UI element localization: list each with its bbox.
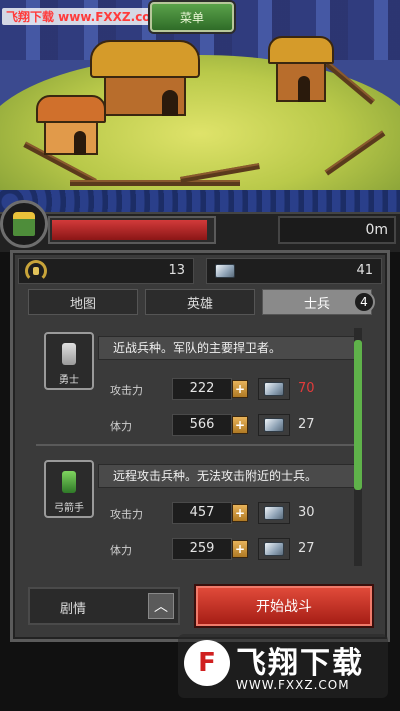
gem-icon <box>215 264 235 278</box>
stat-row-attack: 攻击力 457 + 30 <box>110 502 358 524</box>
watermark-top: 飞翔下载 www.FXXZ.com <box>2 8 168 25</box>
small-house <box>36 95 106 157</box>
unit-description: 远程攻击兵种。无法攻击附近的士兵。 <box>98 464 356 488</box>
unit-description: 近战兵种。军队的主要捍卫者。 <box>98 336 356 360</box>
watermark-title: 飞翔下载 <box>236 646 364 681</box>
right-house <box>268 36 334 106</box>
unit-portrait[interactable]: 弓箭手 <box>44 460 94 518</box>
hero-avatar[interactable] <box>0 200 48 248</box>
distance-readout: 0m <box>278 216 396 244</box>
laurel-medal-icon <box>25 260 47 282</box>
stat-value: 222 <box>172 378 232 400</box>
stat-row-stamina: 体力 259 + 27 <box>110 538 358 560</box>
upgrade-plus-button[interactable]: + <box>232 540 248 558</box>
divider <box>36 444 362 446</box>
hp-bar-fill <box>52 220 207 240</box>
tab-map[interactable]: 地图 <box>28 289 138 315</box>
list-scrollbar[interactable] <box>354 328 362 566</box>
archer-icon <box>62 471 76 493</box>
unit-list[interactable]: 勇士 近战兵种。军队的主要捍卫者。 攻击力 222 + 70 体力 566 + … <box>28 322 370 568</box>
stat-value: 566 <box>172 414 232 436</box>
warrior-icon <box>62 343 76 365</box>
soldier-count-badge: 4 <box>353 291 375 313</box>
chevron-up-icon[interactable]: ︿ <box>148 593 174 619</box>
unit-portrait[interactable]: 勇士 <box>44 332 94 390</box>
upgrade-plus-button[interactable]: + <box>232 380 248 398</box>
upgrade-cost: 27 <box>298 417 315 432</box>
story-label: 剧情 <box>60 602 87 617</box>
main-house <box>90 40 200 120</box>
upgrade-gem-button[interactable] <box>258 414 290 436</box>
unit-name: 弓箭手 <box>54 503 84 514</box>
scrollbar-thumb[interactable] <box>354 340 362 490</box>
gem-count: 41 <box>356 263 373 278</box>
unit-name: 勇士 <box>59 375 79 386</box>
stat-row-stamina: 体力 566 + 27 <box>110 414 358 436</box>
gem-counter: 41 <box>206 258 382 284</box>
stat-row-attack: 攻击力 222 + 70 <box>110 378 358 400</box>
upgrade-plus-button[interactable]: + <box>232 416 248 434</box>
stat-value: 259 <box>172 538 232 560</box>
story-button[interactable]: 剧情 ︿ <box>28 587 180 625</box>
hp-bar <box>48 216 216 244</box>
watermark-overlay: F 飞翔下载 WWW.FXXZ.COM <box>178 634 388 698</box>
upgrade-cost: 70 <box>298 381 315 396</box>
stat-label: 攻击力 <box>110 508 143 521</box>
unit-card-warrior: 勇士 近战兵种。军队的主要捍卫者。 攻击力 222 + 70 体力 566 + … <box>28 322 362 446</box>
upgrade-cost: 27 <box>298 541 315 556</box>
hero-sprite-icon <box>13 212 35 236</box>
upgrade-plus-button[interactable]: + <box>232 504 248 522</box>
watermark-logo-icon: F <box>184 640 230 686</box>
menu-button[interactable]: 菜单 <box>150 2 234 32</box>
stat-label: 体力 <box>110 544 132 557</box>
upgrade-cost: 30 <box>298 505 315 520</box>
tab-soldiers[interactable]: 士兵 4 <box>262 289 375 315</box>
fence <box>70 180 240 186</box>
upgrade-gem-button[interactable] <box>258 502 290 524</box>
stat-value: 457 <box>172 502 232 524</box>
upgrade-gem-button[interactable] <box>258 378 290 400</box>
tab-soldiers-label: 士兵 <box>303 296 330 312</box>
gem-icon <box>264 418 284 432</box>
gem-icon <box>264 542 284 556</box>
gem-icon <box>264 506 284 520</box>
medal-counter: 13 <box>18 258 194 284</box>
tab-bar: 地图 英雄 士兵 4 <box>28 289 375 315</box>
tab-heroes[interactable]: 英雄 <box>145 289 255 315</box>
stat-label: 体力 <box>110 420 132 433</box>
start-battle-button[interactable]: 开始战斗 <box>196 586 372 626</box>
bush-border <box>0 190 400 212</box>
upgrade-gem-button[interactable] <box>258 538 290 560</box>
resource-row: 13 41 <box>18 258 382 284</box>
stat-label: 攻击力 <box>110 384 143 397</box>
unit-card-archer: 弓箭手 远程攻击兵种。无法攻击附近的士兵。 攻击力 457 + 30 体力 25… <box>28 450 362 568</box>
gem-icon <box>264 382 284 396</box>
medal-count: 13 <box>168 263 185 278</box>
watermark-url: WWW.FXXZ.COM <box>236 678 350 692</box>
